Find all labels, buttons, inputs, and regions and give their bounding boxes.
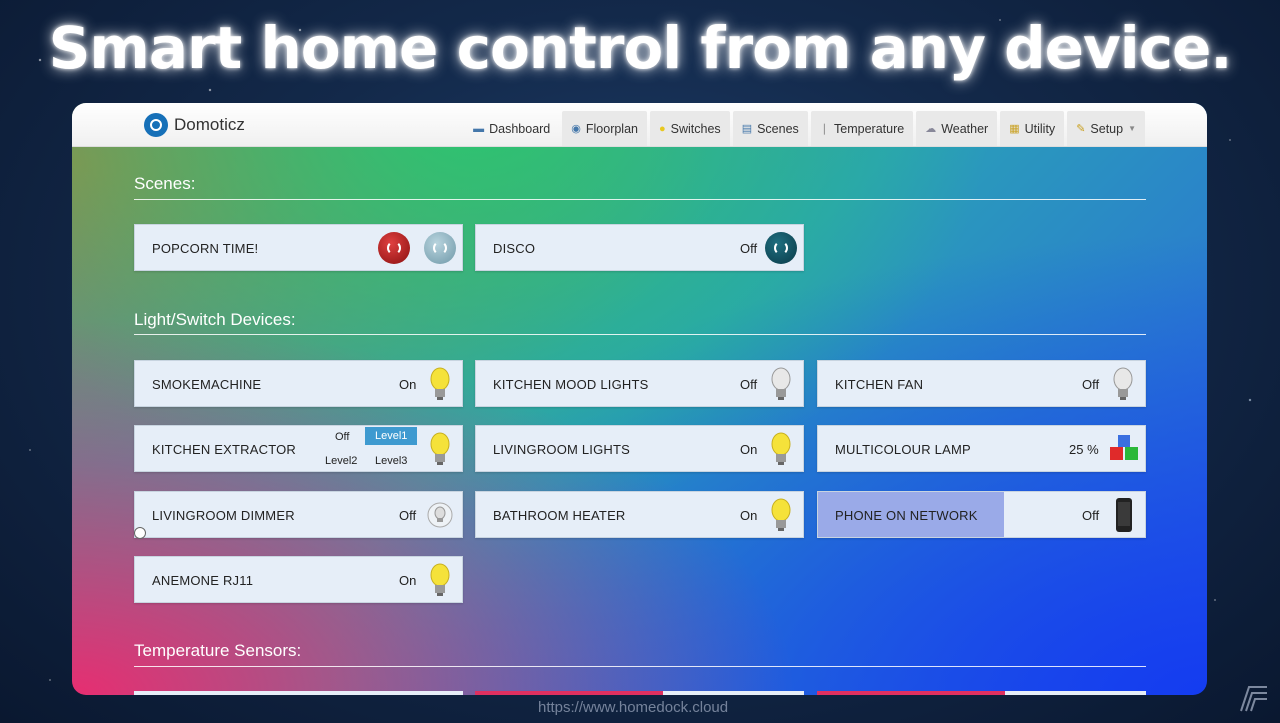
device-name: ANEMONE RJ11: [152, 573, 254, 588]
scene-name: DISCO: [493, 241, 536, 256]
temperature-tile-partial: [1005, 691, 1146, 695]
tab-floorplan[interactable]: ◉ Floorplan: [562, 111, 647, 146]
clapperboard-icon: ▤: [741, 123, 753, 135]
device-name: MULTICOLOUR LAMP: [835, 442, 971, 457]
tab-switches[interactable]: ● Switches: [650, 111, 730, 146]
main-nav: ▬ Dashboard ◉ Floorplan ● Switches ▤ Sce…: [464, 111, 1145, 146]
bulb-icon: ●: [659, 122, 666, 135]
device-status: On: [740, 508, 758, 523]
scene-off-button[interactable]: [424, 232, 456, 264]
tab-utility[interactable]: ▦ Utility: [1000, 111, 1065, 146]
tab-scenes-label: Scenes: [757, 121, 799, 136]
domoticz-window: Domoticz ▬ Dashboard ◉ Floorplan ● Switc…: [72, 103, 1207, 695]
bulb-off-icon[interactable]: [770, 367, 792, 401]
bulb-on-icon[interactable]: [429, 432, 451, 466]
top-navbar: Domoticz ▬ Dashboard ◉ Floorplan ● Switc…: [72, 103, 1207, 147]
temperature-tile-partial: [134, 691, 463, 695]
device-name: PHONE ON NETWORK: [835, 508, 978, 523]
scene-on-button[interactable]: [378, 232, 410, 264]
section-divider: [134, 199, 1146, 200]
bulb-off-icon[interactable]: [1112, 367, 1134, 401]
monitor-icon: ▬: [473, 122, 485, 135]
tab-scenes[interactable]: ▤ Scenes: [732, 111, 808, 146]
thermometer-icon: ❘: [819, 123, 830, 135]
temperature-tile-partial: [817, 691, 1005, 695]
level-off-option[interactable]: Off: [335, 431, 349, 443]
device-status: On: [399, 573, 417, 588]
device-tile-smokemachine: SMOKEMACHINE On: [134, 360, 463, 407]
tab-setup-label: Setup: [1090, 121, 1124, 136]
scene-name: POPCORN TIME!: [152, 241, 259, 256]
tab-dashboard-label: Dashboard: [489, 121, 551, 136]
device-status: Off: [399, 508, 417, 523]
device-tile-livingroom-dimmer: LIVINGROOM DIMMER Off: [134, 491, 463, 539]
device-tile-multicolour-lamp: MULTICOLOUR LAMP 25 %: [817, 425, 1146, 472]
tab-switches-label: Switches: [670, 121, 721, 136]
domoticz-logo-icon: [144, 113, 168, 137]
watermark-url: https://www.homedock.cloud: [538, 699, 729, 716]
device-name: KITCHEN EXTRACTOR: [152, 442, 297, 457]
device-tile-kitchen-fan: KITCHEN FAN Off: [817, 360, 1146, 407]
temperature-tile-partial: [663, 691, 804, 695]
device-name: BATHROOM HEATER: [493, 508, 626, 523]
device-name: LIVINGROOM DIMMER: [152, 508, 295, 523]
bulb-on-icon[interactable]: [770, 432, 792, 466]
utility-icon: ▦: [1009, 123, 1020, 135]
headline: Smart home control from any device.: [48, 14, 1233, 82]
scene-tile-popcorn: POPCORN TIME!: [134, 224, 463, 271]
device-name: KITCHEN FAN: [835, 377, 924, 392]
tab-weather-label: Weather: [941, 121, 989, 136]
rgb-cubes-icon[interactable]: [1108, 432, 1140, 466]
cloud-icon: ☁: [925, 123, 937, 135]
phone-icon[interactable]: [1114, 497, 1134, 533]
level2-option[interactable]: Level2: [325, 455, 357, 467]
section-divider: [134, 334, 1146, 335]
tab-temperature-label: Temperature: [834, 121, 905, 136]
brand[interactable]: Domoticz: [144, 113, 245, 137]
device-name: LIVINGROOM LIGHTS: [493, 442, 631, 457]
tab-temperature[interactable]: ❘ Temperature: [810, 111, 914, 146]
device-name: KITCHEN MOOD LIGHTS: [493, 377, 649, 392]
device-status: Off: [740, 377, 758, 392]
section-title-lights: Light/Switch Devices:: [134, 310, 296, 329]
chevron-down-icon: ▼: [1128, 124, 1136, 133]
dimmer-off-icon[interactable]: [427, 501, 453, 529]
device-tile-livingroom-lights: LIVINGROOM LIGHTS On: [475, 425, 804, 472]
section-divider: [134, 666, 1146, 667]
scene-tile-disco: DISCO Off: [475, 224, 804, 271]
device-status: On: [399, 377, 417, 392]
temperature-tile-partial: [475, 691, 663, 695]
dimmer-slider-handle[interactable]: [134, 527, 146, 539]
floorplan-icon: ◉: [571, 123, 581, 135]
bulb-on-icon[interactable]: [429, 563, 451, 597]
section-title-scenes: Scenes:: [134, 174, 196, 193]
tab-setup[interactable]: ✎ Setup ▼: [1067, 111, 1145, 146]
device-status: On: [740, 442, 758, 457]
tab-dashboard[interactable]: ▬ Dashboard: [464, 111, 559, 146]
bulb-on-icon[interactable]: [770, 498, 792, 532]
device-status: Off: [1082, 377, 1100, 392]
device-tile-phone-on-network: PHONE ON NETWORK Off: [817, 491, 1146, 538]
scene-toggle-button[interactable]: [765, 232, 797, 264]
wrench-icon: ✎: [1076, 123, 1086, 135]
tab-weather[interactable]: ☁ Weather: [916, 111, 998, 146]
level1-option[interactable]: Level1: [365, 427, 418, 445]
device-name: SMOKEMACHINE: [152, 377, 262, 392]
device-tile-kitchen-extractor: KITCHEN EXTRACTOR Off Level1 Level2 Leve…: [134, 425, 463, 472]
tab-floorplan-label: Floorplan: [585, 121, 638, 136]
device-tile-bathroom-heater: BATHROOM HEATER On: [475, 491, 804, 538]
scene-status: Off: [740, 241, 758, 256]
level3-option[interactable]: Level3: [375, 455, 407, 467]
device-tile-anemone-rj11: ANEMONE RJ11 On: [134, 556, 463, 603]
corner-logo-icon: [1240, 686, 1267, 712]
device-tile-kitchen-mood-lights: KITCHEN MOOD LIGHTS Off: [475, 360, 804, 407]
bulb-on-icon[interactable]: [429, 367, 451, 401]
device-status: Off: [1082, 508, 1100, 523]
brand-name: Domoticz: [174, 115, 245, 134]
device-status: 25 %: [1069, 442, 1099, 457]
tab-utility-label: Utility: [1024, 121, 1056, 136]
section-title-temperature: Temperature Sensors:: [134, 641, 302, 660]
